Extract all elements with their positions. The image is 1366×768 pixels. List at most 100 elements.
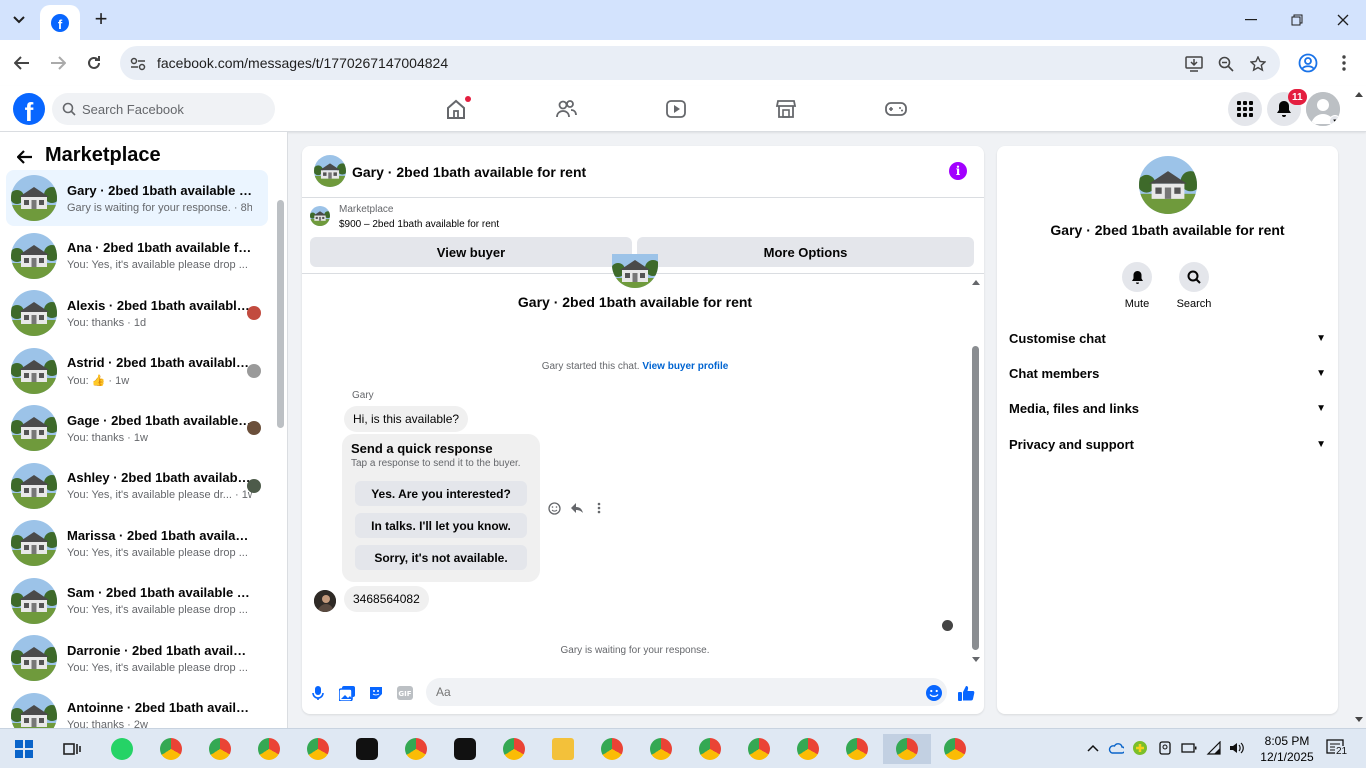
meet-now-icon[interactable]	[1157, 740, 1173, 756]
install-app-icon[interactable]	[1184, 54, 1204, 74]
capcut-icon[interactable]	[348, 734, 386, 764]
message-bubble[interactable]: Hi, is this available?	[344, 406, 469, 432]
media-files-links-section[interactable]: Media, files and links ▼	[997, 393, 1338, 423]
conversation-avatar[interactable]	[1139, 156, 1197, 214]
reply-icon[interactable]	[569, 500, 585, 516]
quick-response-option[interactable]: In talks. I'll let you know.	[355, 513, 527, 538]
message-bubble[interactable]: 3468564082	[344, 586, 429, 612]
sidebar-scrollbar[interactable]	[277, 200, 284, 428]
chrome-profile-icon[interactable]	[936, 734, 974, 764]
chrome-profile-icon[interactable]	[495, 734, 533, 764]
conversation-item[interactable]: Ashley · 2bed 1bath available ... You: Ye…	[6, 458, 268, 514]
video-icon[interactable]	[663, 96, 689, 122]
chrome-profile-icon[interactable]	[152, 734, 190, 764]
quick-response-option[interactable]: Sorry, it's not available.	[355, 545, 527, 570]
browser-menu-icon[interactable]	[1332, 51, 1356, 75]
back-arrow-icon[interactable]	[14, 146, 36, 168]
conversation-item[interactable]: Gage · 2bed 1bath available f... You: tha…	[6, 400, 268, 456]
microphone-icon[interactable]	[308, 683, 328, 703]
chrome-profile-icon[interactable]	[642, 734, 680, 764]
chrome-active-window-icon[interactable]	[883, 734, 931, 764]
task-view-icon[interactable]	[53, 734, 91, 764]
view-buyer-button[interactable]: View buyer	[310, 237, 632, 267]
quick-response-option[interactable]: Yes. Are you interested?	[355, 481, 527, 506]
chat-header-avatar[interactable]	[314, 155, 346, 187]
listing-title[interactable]: $900 – 2bed 1bath available for rent	[339, 219, 499, 230]
sender-avatar[interactable]	[314, 590, 336, 612]
conversation-item[interactable]: Sam · 2bed 1bath available for r... You: …	[6, 573, 268, 629]
view-buyer-profile-link[interactable]: View buyer profile	[642, 361, 728, 372]
bookmark-star-icon[interactable]	[1248, 54, 1268, 74]
show-hidden-icons-chevron-icon[interactable]	[1085, 740, 1101, 756]
sticker-icon[interactable]	[366, 683, 386, 703]
whatsapp-icon[interactable]	[103, 734, 141, 764]
conversation-item[interactable]: Antoinne · 2bed 1bath available... You: t…	[6, 688, 268, 728]
onedrive-icon[interactable]	[1108, 740, 1124, 756]
message-input[interactable]	[426, 678, 947, 706]
restore-icon[interactable]	[1282, 8, 1312, 32]
facebook-logo-icon[interactable]: f	[13, 93, 45, 125]
conversation-item[interactable]: Ana · 2bed 1bath available for r... You: …	[6, 228, 268, 284]
chrome-profile-icon[interactable]	[250, 734, 288, 764]
photo-icon[interactable]	[337, 683, 357, 703]
address-bar[interactable]: facebook.com/messages/t/1770267147004824	[120, 46, 1280, 80]
windows-start-icon[interactable]	[5, 734, 43, 764]
back-arrow-icon[interactable]	[10, 51, 34, 75]
conversation-item[interactable]: Alexis · 2bed 1bath available f... You: t…	[6, 285, 268, 341]
close-window-icon[interactable]	[1328, 8, 1358, 32]
capcut-icon[interactable]	[446, 734, 484, 764]
conversation-item[interactable]: Astrid · 2bed 1bath available f... You: 👍…	[6, 343, 268, 399]
system-clock[interactable]: 8:05 PM 12/1/2025	[1257, 733, 1317, 765]
browser-tab-facebook[interactable]: f	[40, 5, 80, 40]
marketplace-icon[interactable]	[773, 96, 799, 122]
chat-members-section[interactable]: Chat members ▼	[997, 358, 1338, 388]
new-tab-button[interactable]: +	[90, 8, 112, 31]
account-avatar[interactable]: ▾	[1306, 92, 1340, 126]
info-icon[interactable]: i	[949, 162, 967, 180]
site-settings-icon[interactable]	[128, 54, 148, 74]
menu-grid-icon[interactable]	[1228, 92, 1262, 126]
conversation-item[interactable]: Darronie · 2bed 1bath available ... You: …	[6, 630, 268, 686]
chrome-profile-icon[interactable]	[299, 734, 337, 764]
conversation-item[interactable]: Gary · 2bed 1bath available for r... Gary…	[6, 170, 268, 226]
chrome-profile-icon[interactable]	[740, 734, 778, 764]
wifi-icon[interactable]	[1206, 740, 1222, 756]
friends-icon[interactable]	[553, 96, 579, 122]
volume-icon[interactable]	[1229, 740, 1245, 756]
search-in-chat-button[interactable]: Search	[1169, 262, 1219, 310]
tray-app-icon[interactable]	[1132, 740, 1148, 756]
react-emoji-icon[interactable]	[546, 500, 562, 516]
zoom-icon[interactable]	[1216, 54, 1236, 74]
customise-chat-section[interactable]: Customise chat ▼	[997, 323, 1338, 353]
forward-arrow-icon[interactable]	[46, 51, 70, 75]
more-actions-icon[interactable]	[591, 500, 607, 516]
facebook-search-input[interactable]: Search Facebook	[52, 93, 275, 125]
chat-scrollbar[interactable]	[972, 346, 979, 650]
gaming-icon[interactable]	[883, 96, 909, 122]
chrome-profile-icon[interactable]	[593, 734, 631, 764]
home-icon[interactable]	[443, 96, 471, 122]
notification-center-icon[interactable]: 21	[1323, 739, 1349, 757]
conversation-item[interactable]: Marissa · 2bed 1bath available f... You: …	[6, 515, 268, 571]
emoji-icon[interactable]	[924, 683, 944, 703]
listing-thumbnail[interactable]	[310, 206, 330, 226]
minimize-icon[interactable]	[1236, 8, 1266, 32]
gif-icon[interactable]: GIF	[395, 683, 415, 703]
chrome-profile-icon[interactable]	[397, 734, 435, 764]
page-scrollbar[interactable]	[1352, 90, 1366, 728]
battery-icon[interactable]	[1181, 740, 1197, 756]
url-text[interactable]: facebook.com/messages/t/1770267147004824	[157, 55, 448, 71]
chrome-icon[interactable]	[201, 734, 239, 764]
profile-icon[interactable]	[1296, 51, 1320, 75]
chrome-profile-icon[interactable]	[691, 734, 729, 764]
like-thumb-icon[interactable]	[956, 683, 976, 703]
chrome-profile-icon[interactable]	[789, 734, 827, 764]
chat-title[interactable]: Gary · 2bed 1bath available for rent	[352, 164, 586, 180]
privacy-support-section[interactable]: Privacy and support ▼	[997, 429, 1338, 459]
chrome-profile-icon[interactable]	[838, 734, 876, 764]
mute-button[interactable]: Mute	[1112, 262, 1162, 310]
tab-search-chevron-icon[interactable]	[6, 8, 32, 32]
reload-icon[interactable]	[82, 51, 106, 75]
more-options-button[interactable]: More Options	[637, 237, 974, 267]
file-explorer-icon[interactable]	[544, 734, 582, 764]
